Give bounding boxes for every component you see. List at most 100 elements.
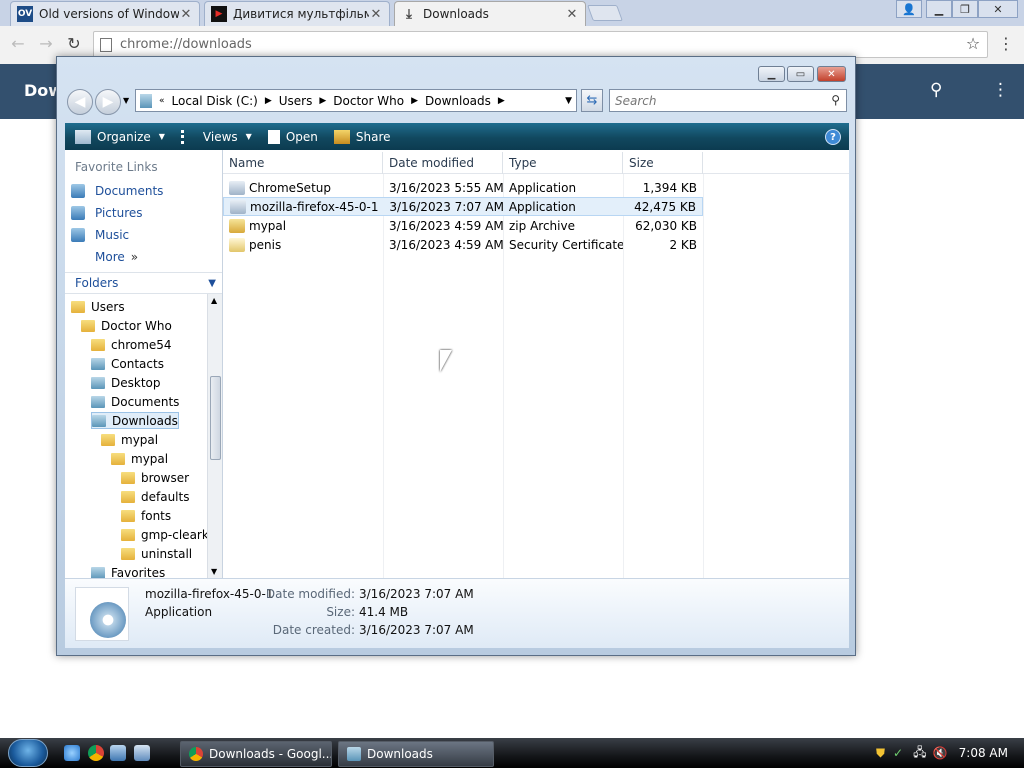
safely-remove-icon[interactable]: ✓ bbox=[893, 746, 903, 760]
menu-icon[interactable]: ⋮ bbox=[996, 34, 1016, 54]
breadcrumb-arrow-icon[interactable]: ▶ bbox=[316, 96, 329, 106]
favorite-link-more[interactable]: More » bbox=[71, 250, 138, 264]
minimize-button[interactable]: ▁ bbox=[926, 0, 952, 18]
file-date-text: 3/16/2023 4:59 AM bbox=[389, 237, 503, 252]
explorer-maximize-button[interactable]: ▭ bbox=[787, 66, 814, 82]
scroll-down-icon[interactable]: ▼ bbox=[211, 567, 217, 576]
taskbar-button-explorer[interactable]: Downloads bbox=[338, 741, 494, 767]
tree-item-label: fonts bbox=[141, 508, 172, 523]
tree-item[interactable]: Desktop bbox=[91, 374, 161, 391]
tree-item[interactable]: Users bbox=[71, 298, 125, 315]
recent-pages-dropdown-icon[interactable]: ▼ bbox=[123, 96, 129, 105]
volume-muted-icon[interactable]: 🔇 bbox=[932, 746, 947, 760]
tree-item[interactable]: browser bbox=[121, 469, 189, 486]
column-header-name[interactable]: Name bbox=[223, 152, 383, 174]
tree-item[interactable]: Contacts bbox=[91, 355, 164, 372]
breadcrumb-users[interactable]: Users bbox=[275, 94, 317, 108]
search-input[interactable]: Search ⚲ bbox=[609, 89, 847, 112]
explorer-folder-icon bbox=[347, 747, 361, 761]
tree-item[interactable]: uninstall bbox=[121, 545, 192, 562]
share-button[interactable]: Share bbox=[333, 129, 391, 144]
column-label: Date modified bbox=[389, 156, 475, 170]
tab-old-versions[interactable]: OV Old versions of Windows ✕ bbox=[10, 1, 200, 26]
explorer-minimize-button[interactable]: ▁ bbox=[758, 66, 785, 82]
start-button[interactable] bbox=[8, 739, 48, 767]
ie-icon[interactable] bbox=[64, 745, 80, 761]
tree-scrollbar[interactable]: ▲ ▼ bbox=[207, 294, 222, 578]
folders-header[interactable]: Folders ▼ bbox=[65, 272, 222, 294]
breadcrumb-arrow-icon[interactable]: ▶ bbox=[262, 96, 275, 106]
forward-arrow-icon[interactable]: → bbox=[36, 34, 56, 54]
tree-item[interactable]: Documents bbox=[91, 393, 179, 410]
open-button[interactable]: Open bbox=[267, 129, 318, 144]
profile-icon[interactable]: 👤 bbox=[896, 0, 922, 18]
tree-item[interactable]: mypal bbox=[101, 431, 158, 448]
file-row[interactable]: ChromeSetup 3/16/2023 5:55 AM Application 1… bbox=[223, 178, 703, 197]
restore-button[interactable]: ❐ bbox=[952, 0, 978, 18]
address-dropdown-icon[interactable]: ▼ bbox=[565, 96, 572, 106]
tree-item[interactable]: mypal bbox=[111, 450, 168, 467]
help-icon[interactable]: ? bbox=[825, 129, 841, 145]
folders-label: Folders bbox=[75, 276, 119, 290]
search-icon[interactable]: ⚲ bbox=[930, 80, 942, 100]
file-type-text: Application bbox=[508, 199, 576, 214]
reload-icon[interactable]: ↻ bbox=[64, 34, 84, 54]
file-row[interactable]: mypal 3/16/2023 4:59 AM zip Archive 62,030 … bbox=[223, 216, 703, 235]
breadcrumb-downloads[interactable]: Downloads bbox=[421, 94, 495, 108]
taskbar-button-chrome[interactable]: Downloads - Googl... bbox=[180, 741, 332, 767]
network-icon[interactable]: 🖧 bbox=[913, 743, 926, 764]
back-button[interactable]: ◀ bbox=[67, 89, 93, 115]
tab-title: Дивитися мультфільми bbox=[233, 7, 369, 21]
new-tab-button[interactable] bbox=[587, 5, 623, 21]
back-arrow-icon[interactable]: ← bbox=[8, 34, 28, 54]
bookmark-star-icon[interactable]: ☆ bbox=[963, 34, 983, 54]
file-name-text: mypal bbox=[249, 218, 287, 233]
column-header-size[interactable]: Size bbox=[623, 152, 703, 174]
file-cell-type: Security Certificate bbox=[503, 235, 623, 254]
switch-windows-icon[interactable] bbox=[134, 745, 150, 761]
tree-item[interactable]: Downloads bbox=[91, 412, 179, 429]
breadcrumb-doctor-who[interactable]: Doctor Who bbox=[329, 94, 408, 108]
favorite-link-pictures[interactable]: Pictures bbox=[71, 206, 143, 220]
clock[interactable]: 7:08 AM bbox=[959, 746, 1008, 760]
tree-item[interactable]: Doctor Who bbox=[81, 317, 172, 334]
search-icon[interactable]: ⚲ bbox=[831, 93, 840, 107]
organize-button[interactable]: Organize ▼ bbox=[75, 129, 165, 144]
more-menu-icon[interactable]: ⋮ bbox=[992, 80, 1009, 100]
favorite-link-music[interactable]: Music bbox=[71, 228, 129, 242]
close-button[interactable]: ✕ bbox=[978, 0, 1018, 18]
tab-close-icon[interactable]: ✕ bbox=[179, 7, 193, 22]
tree-item[interactable]: defaults bbox=[121, 488, 189, 505]
file-row[interactable]: penis 3/16/2023 4:59 AM Security Certifica… bbox=[223, 235, 703, 254]
security-shield-icon[interactable]: ⛊ bbox=[876, 746, 885, 761]
views-button[interactable]: Views ▼ bbox=[180, 129, 252, 144]
file-cell-name: penis bbox=[223, 235, 383, 254]
tree-item-label: mypal bbox=[121, 432, 159, 447]
tab-close-icon[interactable]: ✕ bbox=[369, 7, 383, 22]
file-cell-size: 2 KB bbox=[623, 235, 703, 254]
overflow-chevron-icon[interactable]: « bbox=[156, 96, 168, 106]
column-header-date[interactable]: Date modified bbox=[383, 152, 503, 174]
file-row[interactable]: mozilla-firefox-45-0-1 3/16/2023 7:07 AM A… bbox=[223, 197, 703, 216]
show-desktop-icon[interactable] bbox=[110, 745, 126, 761]
tree-item[interactable]: chrome54 bbox=[91, 336, 172, 353]
breadcrumb-arrow-icon[interactable]: ▶ bbox=[495, 96, 508, 106]
chrome-icon[interactable] bbox=[88, 745, 104, 761]
tree-item[interactable]: gmp-clearke bbox=[121, 526, 216, 543]
explorer-close-button[interactable]: ✕ bbox=[817, 66, 846, 82]
folder-icon bbox=[71, 300, 85, 313]
favorite-link-documents[interactable]: Documents bbox=[71, 184, 163, 198]
refresh-button[interactable]: ⇆ bbox=[581, 89, 603, 112]
forward-button[interactable]: ▶ bbox=[95, 89, 121, 115]
breadcrumb-local-disk[interactable]: Local Disk (C:) bbox=[168, 94, 262, 108]
tab-youtube[interactable]: ▶ Дивитися мультфільми ✕ bbox=[204, 1, 390, 26]
scroll-up-icon[interactable]: ▲ bbox=[211, 296, 217, 305]
address-bar[interactable]: « Local Disk (C:) ▶ Users ▶ Doctor Who ▶… bbox=[135, 89, 577, 112]
breadcrumb-arrow-icon[interactable]: ▶ bbox=[408, 96, 421, 106]
omnibox[interactable]: chrome://downloads bbox=[93, 31, 988, 58]
tab-close-icon[interactable]: ✕ bbox=[565, 7, 579, 22]
tab-downloads[interactable]: ⤓ Downloads ✕ bbox=[394, 1, 586, 26]
tree-item[interactable]: fonts bbox=[121, 507, 171, 524]
scroll-thumb[interactable] bbox=[210, 376, 221, 460]
column-header-type[interactable]: Type bbox=[503, 152, 623, 174]
